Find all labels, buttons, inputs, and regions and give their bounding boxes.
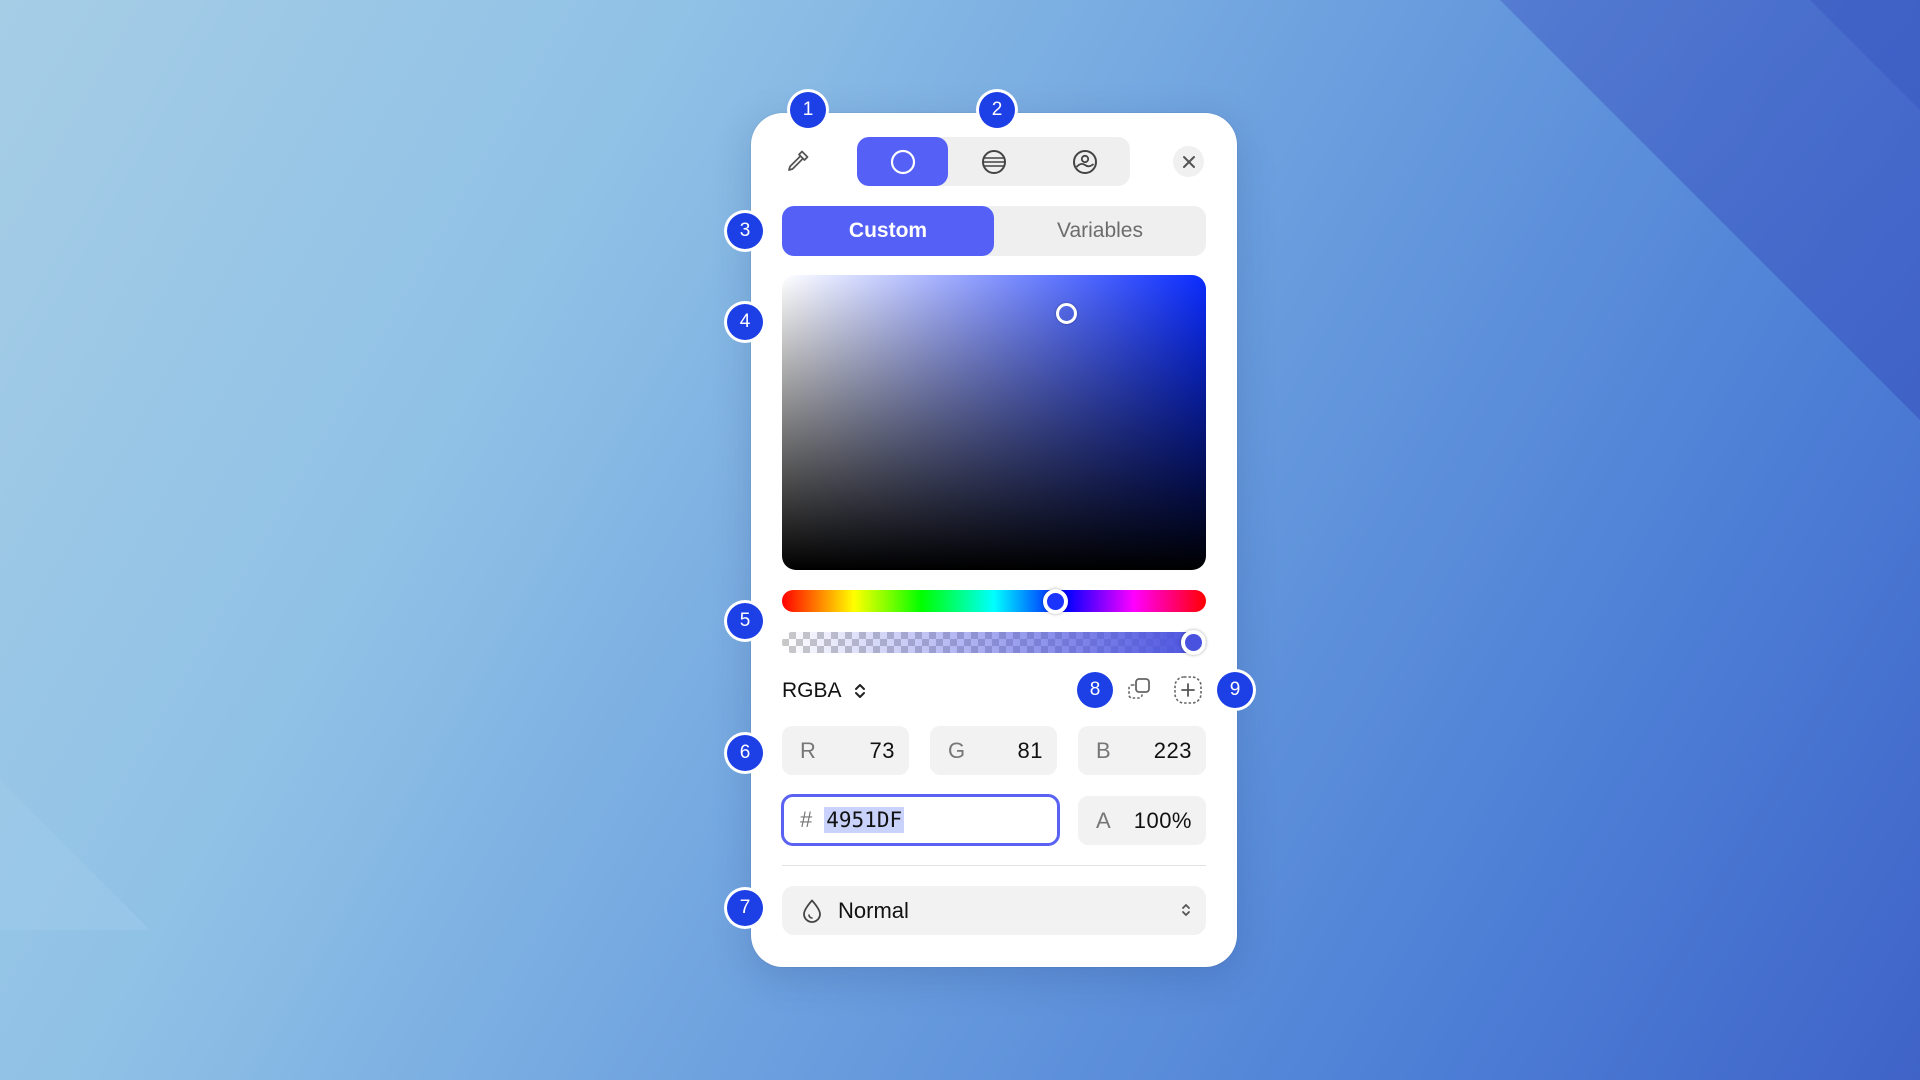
alpha-field[interactable]: A 100% — [1078, 796, 1206, 845]
circle-icon — [890, 149, 915, 174]
green-label: G — [948, 737, 966, 763]
drop-icon — [803, 899, 821, 923]
green-value: 81 — [1017, 737, 1043, 763]
color-source-tabs: Custom Variables — [782, 206, 1206, 256]
blend-mode-label: Normal — [838, 897, 909, 923]
copy-color-button[interactable] — [1123, 673, 1157, 707]
blue-value: 223 — [1153, 737, 1192, 763]
green-field[interactable]: G 81 — [930, 726, 1057, 775]
red-field[interactable]: R 73 — [782, 726, 909, 775]
chevron-up-down-icon — [854, 684, 865, 698]
gradient-fill-button[interactable] — [948, 137, 1039, 186]
annotation-badge: 2 — [979, 92, 1015, 128]
saturation-brightness-handle[interactable] — [1056, 303, 1077, 324]
eyedropper-icon — [788, 150, 809, 171]
color-format-label: RGBA — [782, 679, 842, 702]
blue-field[interactable]: B 223 — [1078, 726, 1206, 775]
background-shape — [1810, 0, 1920, 110]
add-swatch-icon — [1174, 676, 1202, 704]
tab-variables[interactable]: Variables — [994, 206, 1206, 256]
image-fill-button[interactable] — [1039, 137, 1130, 186]
annotation-badge: 1 — [790, 92, 826, 128]
solid-fill-button[interactable] — [857, 137, 948, 186]
color-format-select[interactable]: RGBA — [782, 676, 866, 706]
opacity-slider-handle[interactable] — [1181, 630, 1206, 655]
annotation-badge: 6 — [727, 735, 763, 771]
gradient-circle-icon — [981, 149, 1006, 174]
hex-input[interactable]: # 4951DF — [781, 794, 1060, 846]
blend-mode-select[interactable]: Normal — [782, 886, 1206, 935]
red-label: R — [800, 737, 816, 763]
eyedropper-button[interactable] — [783, 146, 813, 176]
divider — [782, 865, 1206, 866]
annotation-badge: 8 — [1077, 672, 1113, 708]
annotation-badge: 7 — [727, 890, 763, 926]
tab-custom[interactable]: Custom — [782, 206, 994, 256]
add-swatch-button[interactable] — [1171, 673, 1205, 707]
saturation-brightness-field[interactable] — [782, 275, 1206, 570]
blue-label: B — [1096, 737, 1111, 763]
red-value: 73 — [869, 737, 895, 763]
image-circle-icon — [1072, 149, 1097, 174]
annotation-badge: 9 — [1217, 672, 1253, 708]
hue-slider-handle[interactable] — [1043, 589, 1068, 614]
hex-value: 4951DF — [824, 807, 905, 833]
hue-slider[interactable] — [782, 590, 1206, 612]
close-icon — [1182, 155, 1195, 168]
opacity-slider[interactable] — [782, 632, 1206, 653]
background-shape — [1500, 0, 1920, 420]
close-button[interactable] — [1173, 146, 1204, 177]
annotation-badge: 4 — [727, 304, 763, 340]
annotation-badge: 5 — [727, 603, 763, 639]
background-shape — [0, 780, 150, 930]
alpha-value: 100% — [1133, 807, 1192, 833]
hex-prefix: # — [800, 807, 813, 832]
annotation-badge: 3 — [727, 213, 763, 249]
chevron-up-down-icon — [1182, 904, 1190, 916]
copy-icon — [1128, 678, 1150, 699]
alpha-label: A — [1096, 807, 1111, 833]
fill-type-selector — [857, 137, 1130, 186]
